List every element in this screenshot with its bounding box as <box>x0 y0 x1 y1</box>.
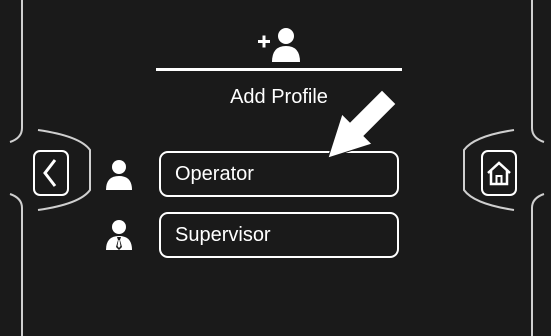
header-divider <box>156 68 402 71</box>
chevron-left-icon <box>33 150 69 196</box>
supervisor-label: Supervisor <box>175 224 271 246</box>
add-profile-screen: Add Profile Operator Supervisor <box>0 0 551 336</box>
add-user-icon <box>258 28 300 62</box>
operator-label: Operator <box>175 163 254 185</box>
user-icon <box>106 160 132 190</box>
back-button[interactable] <box>33 150 69 196</box>
home-icon <box>481 150 517 196</box>
home-button[interactable] <box>481 150 517 196</box>
supervisor-button[interactable]: Supervisor <box>159 212 399 258</box>
pointer-arrow-icon <box>327 89 397 159</box>
user-tie-icon <box>106 220 132 250</box>
